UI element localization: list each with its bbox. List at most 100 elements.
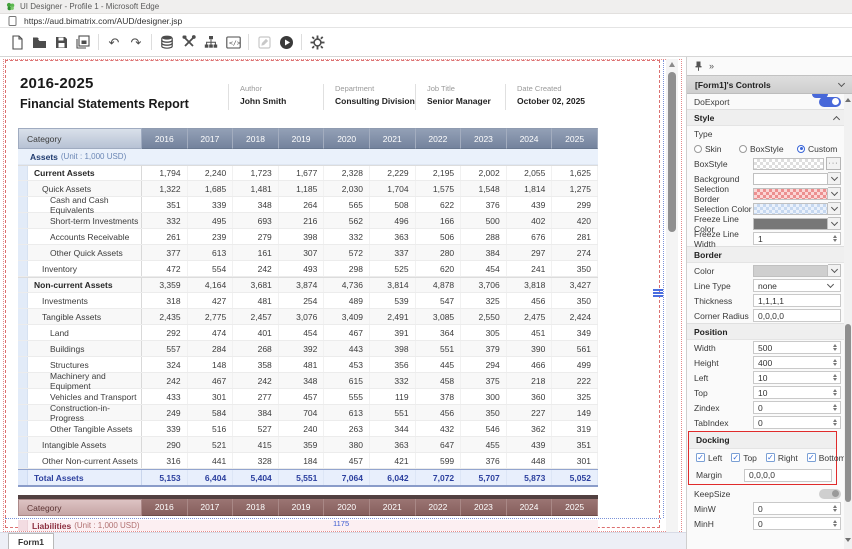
scroll-up-icon[interactable] [845, 98, 851, 102]
zindex-spinner[interactable]: 0 [753, 401, 841, 414]
canvas-scrollbar-thumb[interactable] [668, 72, 676, 232]
spinner-arrows[interactable] [829, 374, 840, 382]
cell-value: 325 [552, 389, 598, 404]
selection-color-swatch[interactable] [753, 203, 828, 215]
column-header-year: 2020 [324, 128, 370, 149]
margin-input[interactable]: 0,0,0,0 [744, 469, 832, 482]
address-bar[interactable]: https://aud.bimatrix.com/AUD/designer.js… [0, 14, 852, 28]
spin-down-icon[interactable] [833, 348, 837, 351]
width-spinner[interactable]: 500 [753, 341, 841, 354]
spinner-arrows[interactable] [829, 505, 840, 513]
controls-dropdown[interactable]: [Form1]'s Controls [687, 75, 852, 94]
spin-down-icon[interactable] [833, 408, 837, 411]
financial-grid[interactable]: Category20162017201820192020202120222023… [18, 128, 598, 487]
background-dropdown-button[interactable] [828, 172, 841, 185]
chevron-down-icon [838, 80, 845, 87]
sitemap-icon[interactable] [200, 32, 222, 52]
background-swatch[interactable] [753, 173, 828, 185]
new-file-icon[interactable] [6, 32, 28, 52]
database-icon[interactable] [156, 32, 178, 52]
bottom-checkbox[interactable]: ✓Bottom [807, 453, 845, 463]
spin-up-icon[interactable] [833, 404, 837, 407]
color-dropdown-button[interactable] [828, 264, 841, 277]
spin-down-icon[interactable] [833, 509, 837, 512]
save-icon[interactable] [50, 32, 72, 52]
selection-color-dropdown-button[interactable] [828, 202, 841, 215]
redo-icon[interactable]: ↷ [125, 32, 147, 52]
url-text[interactable]: https://aud.bimatrix.com/AUD/designer.js… [24, 16, 182, 26]
canvas-scrollbar[interactable] [666, 59, 678, 545]
panel-scrollbar-thumb[interactable] [845, 324, 851, 502]
spin-up-icon[interactable] [833, 235, 837, 238]
top-spinner[interactable]: 10 [753, 386, 841, 399]
doexport-toggle[interactable] [819, 97, 841, 107]
spinner-arrows[interactable] [829, 520, 840, 528]
freeze-line-color-dropdown-button[interactable] [828, 217, 841, 230]
panel-scrollbar[interactable] [844, 94, 852, 549]
collapse-panel-icon[interactable]: » [709, 61, 714, 71]
right-checkbox[interactable]: ✓Right [766, 453, 798, 463]
selection-border-swatch[interactable] [753, 188, 828, 200]
spin-down-icon[interactable] [833, 524, 837, 527]
thickness-input[interactable]: 1,1,1,1 [753, 294, 841, 307]
spin-up-icon[interactable] [833, 344, 837, 347]
keepsize-toggle[interactable] [819, 489, 841, 499]
selection-border-dropdown-button[interactable] [828, 187, 841, 200]
corner-radius-input[interactable]: 0,0,0,0 [753, 309, 841, 322]
minw-spinner[interactable]: 0 [753, 502, 841, 515]
spinner-arrows[interactable] [829, 359, 840, 367]
spin-down-icon[interactable] [833, 378, 837, 381]
freeze-line-color-swatch[interactable] [753, 218, 828, 230]
spin-up-icon[interactable] [833, 505, 837, 508]
pin-icon[interactable] [695, 61, 702, 71]
cell-value: 2,229 [370, 166, 416, 180]
tools-icon[interactable] [178, 32, 200, 52]
left-checkbox[interactable]: ✓Left [696, 453, 722, 463]
spin-up-icon[interactable] [833, 374, 837, 377]
chevron-up-icon[interactable] [833, 115, 840, 122]
design-canvas[interactable]: 2016-2025 Financial Statements Report Au… [0, 57, 686, 549]
spin-up-icon[interactable] [833, 419, 837, 422]
scroll-up-icon[interactable] [669, 62, 675, 67]
spin-down-icon[interactable] [833, 363, 837, 366]
cell-value: 351 [142, 197, 188, 212]
property-label: Height [694, 358, 753, 368]
spinner-arrows[interactable] [829, 404, 840, 412]
top-checkbox[interactable]: ✓Top [731, 453, 757, 463]
run-icon[interactable] [275, 32, 297, 52]
spinner-value: 400 [754, 358, 829, 368]
spin-up-icon[interactable] [833, 359, 837, 362]
freeze-line-width-spinner[interactable]: 1 [753, 232, 841, 245]
tabindex-spinner[interactable]: 0 [753, 416, 841, 429]
undo-icon[interactable]: ↶ [103, 32, 125, 52]
spin-down-icon[interactable] [833, 239, 837, 242]
left-spinner[interactable]: 10 [753, 371, 841, 384]
height-spinner[interactable]: 400 [753, 356, 841, 369]
open-folder-icon[interactable] [28, 32, 50, 52]
property-row-line-type: Line Typenone [687, 278, 845, 293]
spin-up-icon[interactable] [833, 520, 837, 523]
code-panel-icon[interactable]: </> [222, 32, 244, 52]
line-type-select[interactable]: none [753, 279, 841, 292]
spinner-arrows[interactable] [829, 344, 840, 352]
minh-spinner[interactable]: 0 [753, 517, 841, 530]
spin-down-icon[interactable] [833, 423, 837, 426]
spin-down-icon[interactable] [833, 393, 837, 396]
settings-icon[interactable] [306, 32, 328, 52]
boxstyle-radio[interactable]: BoxStyle [739, 144, 797, 154]
skin-radio[interactable]: Skin [694, 144, 739, 154]
splitter-handle-icon[interactable] [653, 289, 663, 298]
spinner-arrows[interactable] [829, 389, 840, 397]
liabilities-grid-header[interactable]: Category20162017201820192020202120222023… [18, 499, 598, 516]
spinner-arrows[interactable] [829, 235, 840, 243]
boxstyle-swatch[interactable] [753, 158, 824, 170]
custom-radio[interactable]: Custom [797, 144, 837, 154]
boxstyle-browse-button[interactable]: ··· [826, 157, 841, 170]
scroll-down-icon[interactable] [845, 538, 851, 542]
tab-form1[interactable]: Form1 [8, 533, 54, 549]
save-all-icon[interactable] [72, 32, 94, 52]
spinner-arrows[interactable] [829, 419, 840, 427]
table-row: Other Tangible Assets3395165272402633444… [18, 421, 598, 437]
color-swatch[interactable] [753, 265, 828, 277]
spin-up-icon[interactable] [833, 389, 837, 392]
